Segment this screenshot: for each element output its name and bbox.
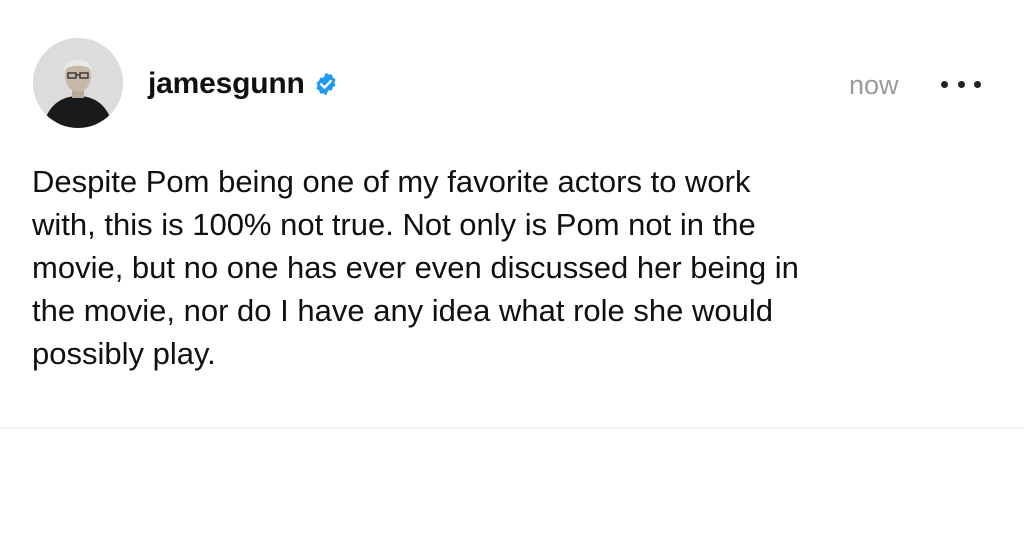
post-text-line: movie, but no one has ever even discusse… bbox=[32, 250, 799, 285]
post-card: jamesgunn now Despite Pom being one of m… bbox=[0, 0, 1024, 538]
username-row[interactable]: jamesgunn bbox=[148, 66, 339, 102]
divider bbox=[0, 427, 1024, 429]
post-text-line: Despite Pom being one of my favorite act… bbox=[32, 164, 751, 199]
dot bbox=[941, 80, 948, 88]
verified-badge-icon bbox=[316, 72, 336, 96]
post-text-line: with, this is 100% not true. Not only is… bbox=[32, 207, 756, 242]
username[interactable]: jamesgunn bbox=[148, 66, 305, 102]
post-timestamp: now bbox=[849, 70, 899, 100]
dot bbox=[957, 80, 965, 88]
post-text-line: the movie, nor do I have any idea what r… bbox=[32, 293, 774, 328]
dot bbox=[974, 80, 981, 88]
more-options-icon[interactable] bbox=[941, 74, 981, 94]
avatar-image bbox=[33, 38, 123, 128]
post-text: Despite Pom being one of my favorite act… bbox=[32, 160, 992, 375]
avatar[interactable] bbox=[33, 38, 123, 128]
post-text-line: possibly play. bbox=[32, 336, 216, 371]
